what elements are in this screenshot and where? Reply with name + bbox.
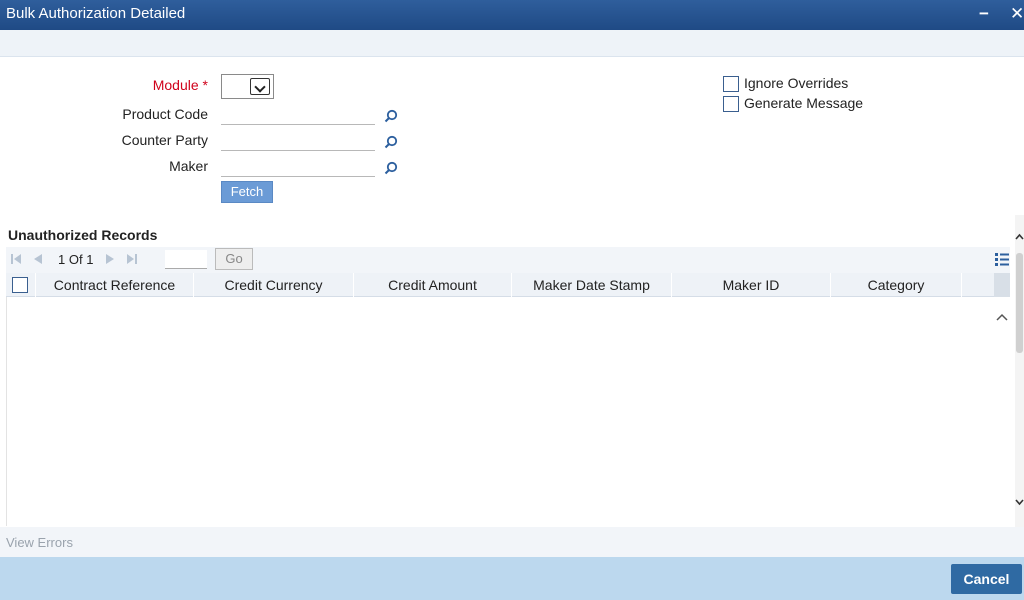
- grid-header: Contract Reference Credit Currency Credi…: [6, 273, 1010, 297]
- ignore-overrides-checkbox[interactable]: [723, 76, 739, 92]
- fetch-button[interactable]: Fetch: [221, 181, 273, 203]
- page-scroll-down-icon[interactable]: [1015, 498, 1024, 506]
- view-errors-bar: View Errors: [0, 527, 1024, 557]
- view-errors-link[interactable]: View Errors: [6, 535, 73, 550]
- select-all-checkbox[interactable]: [12, 277, 28, 293]
- search-icon[interactable]: [384, 135, 398, 149]
- grid-scrollbar-corner: [994, 273, 1010, 297]
- minimize-icon[interactable]: −: [979, 4, 989, 24]
- column-header-maker-date-stamp[interactable]: Maker Date Stamp: [512, 273, 672, 297]
- select-all-cell: [6, 273, 36, 297]
- maker-input[interactable]: [221, 153, 375, 177]
- generate-message-label: Generate Message: [744, 95, 864, 111]
- column-header-maker-id[interactable]: Maker ID: [672, 273, 831, 297]
- column-header-contract-reference[interactable]: Contract Reference: [36, 273, 194, 297]
- pagination-toolbar: 1 Of 1 Go: [6, 247, 1010, 273]
- title-bar: Bulk Authorization Detailed − ✕: [0, 0, 1024, 30]
- column-header-credit-currency[interactable]: Credit Currency: [194, 273, 354, 297]
- header-strip: [0, 30, 1024, 57]
- maker-label: Maker: [169, 158, 208, 174]
- next-page-icon[interactable]: [104, 253, 116, 265]
- scroll-up-icon[interactable]: [996, 313, 1008, 321]
- records-grid-body: [6, 297, 994, 526]
- grid-scrollbar[interactable]: [994, 273, 1010, 526]
- module-label: Module *: [152, 77, 208, 93]
- search-icon[interactable]: [384, 109, 398, 123]
- search-icon[interactable]: [384, 161, 398, 175]
- go-button[interactable]: Go: [215, 248, 253, 270]
- close-icon[interactable]: ✕: [1010, 4, 1024, 24]
- counter-party-input[interactable]: [221, 127, 375, 151]
- product-code-input[interactable]: [221, 101, 375, 125]
- list-view-icon[interactable]: [995, 253, 1009, 266]
- first-page-icon[interactable]: [10, 253, 22, 265]
- section-title: Unauthorized Records: [8, 227, 158, 243]
- page-scrollbar[interactable]: [1015, 215, 1024, 527]
- chevron-down-icon[interactable]: [250, 78, 270, 95]
- window-title: Bulk Authorization Detailed: [6, 5, 186, 22]
- last-page-icon[interactable]: [126, 253, 138, 265]
- ignore-overrides-label: Ignore Overrides: [744, 75, 849, 91]
- required-marker: *: [202, 77, 208, 93]
- page-indicator: 1 Of 1: [58, 252, 94, 267]
- column-header-category[interactable]: Category: [831, 273, 962, 297]
- previous-page-icon[interactable]: [32, 253, 44, 265]
- product-code-label: Product Code: [122, 106, 208, 122]
- counter-party-label: Counter Party: [121, 132, 208, 148]
- column-header-credit-amount[interactable]: Credit Amount: [354, 273, 512, 297]
- footer-bar: Cancel: [0, 557, 1024, 600]
- generate-message-checkbox[interactable]: [723, 96, 739, 112]
- page-number-input[interactable]: [165, 250, 207, 269]
- cancel-button[interactable]: Cancel: [951, 564, 1022, 594]
- page-scrollbar-thumb[interactable]: [1016, 253, 1023, 353]
- page-scroll-up-icon[interactable]: [1015, 233, 1024, 241]
- module-select[interactable]: [221, 74, 274, 99]
